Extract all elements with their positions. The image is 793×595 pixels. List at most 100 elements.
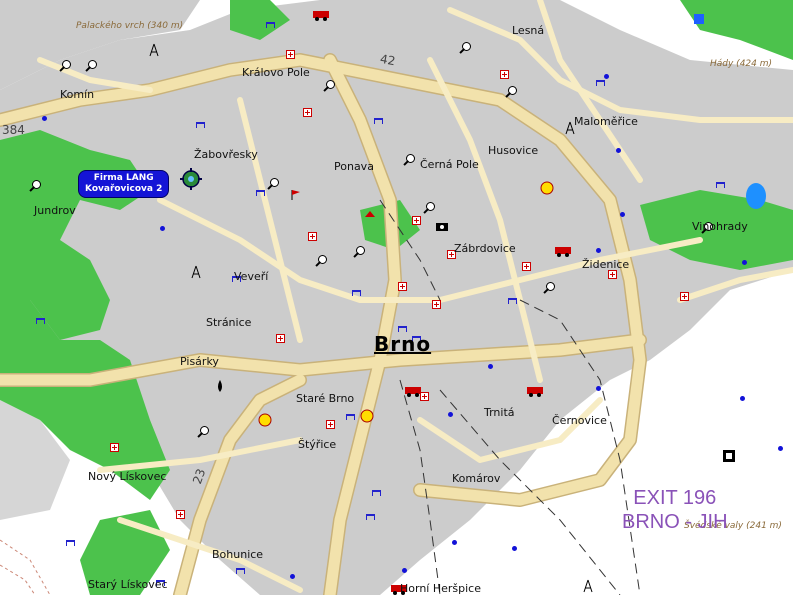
hospital-icon[interactable] bbox=[608, 270, 617, 279]
place-label-zidenice: Židenice bbox=[582, 258, 630, 271]
bench-icon[interactable] bbox=[352, 290, 361, 296]
flag-icon[interactable] bbox=[290, 186, 302, 200]
bus-stop-dot-icon[interactable] bbox=[604, 74, 609, 79]
bus-stop-dot-icon[interactable] bbox=[290, 574, 295, 579]
place-label-palackeho-vrch: Palackého vrch (340 m) bbox=[76, 21, 184, 31]
bench-icon[interactable] bbox=[508, 298, 517, 304]
place-label-zabovresky: Žabovřesky bbox=[194, 148, 258, 161]
bus-stop-dot-icon[interactable] bbox=[620, 212, 625, 217]
bench-icon[interactable] bbox=[36, 318, 45, 324]
exit-label-line-2: BRNO - JIH bbox=[622, 511, 728, 533]
magnifier-pin-icon[interactable] bbox=[406, 154, 415, 163]
hospital-icon[interactable] bbox=[308, 232, 317, 241]
bench-icon[interactable] bbox=[366, 514, 375, 520]
place-label-pisarky: Pisárky bbox=[180, 355, 219, 368]
train-icon[interactable] bbox=[554, 242, 574, 257]
place-label-malomerice: Maloměřice bbox=[574, 115, 638, 128]
place-label-styrice: Štýřice bbox=[298, 438, 337, 451]
magnifier-pin-icon[interactable] bbox=[546, 282, 555, 291]
tower-icon[interactable] bbox=[148, 42, 160, 57]
bus-stop-dot-icon[interactable] bbox=[448, 412, 453, 417]
bus-stop-dot-icon[interactable] bbox=[402, 568, 407, 573]
magnifier-pin-icon[interactable] bbox=[200, 426, 209, 435]
bus-stop-dot-icon[interactable] bbox=[42, 116, 47, 121]
magnifier-pin-icon[interactable] bbox=[62, 60, 71, 69]
place-label-zabrdovice: Zábrdovice bbox=[454, 242, 516, 255]
bench-icon[interactable] bbox=[596, 80, 605, 86]
bus-stop-dot-icon[interactable] bbox=[488, 364, 493, 369]
place-label-trnita: Trnitá bbox=[484, 406, 515, 419]
exit-label-line-1: EXIT 196 bbox=[633, 487, 717, 509]
bench-icon[interactable] bbox=[196, 122, 205, 128]
lake bbox=[746, 183, 766, 209]
place-label-komin: Komín bbox=[60, 88, 95, 101]
bench-icon[interactable] bbox=[66, 540, 75, 546]
fuel-station-icon[interactable] bbox=[360, 408, 374, 423]
flag-icon[interactable] bbox=[364, 204, 376, 217]
bench-icon[interactable] bbox=[266, 22, 275, 28]
road-number-384: 384 bbox=[2, 123, 25, 137]
train-icon[interactable] bbox=[312, 6, 332, 21]
tower-icon[interactable] bbox=[582, 578, 594, 593]
place-label-cerna-pole: Černá Pole bbox=[420, 158, 479, 171]
hospital-icon[interactable] bbox=[680, 292, 689, 301]
magnifier-pin-icon[interactable] bbox=[508, 86, 517, 95]
fuel-station-icon[interactable] bbox=[258, 412, 272, 427]
place-label-husovice: Husovice bbox=[488, 144, 539, 157]
magnifier-pin-icon[interactable] bbox=[356, 246, 365, 255]
bench-icon[interactable] bbox=[372, 490, 381, 496]
place-label-veveri: Veveří bbox=[234, 270, 269, 283]
bus-stop-dot-icon[interactable] bbox=[596, 386, 601, 391]
hospital-icon[interactable] bbox=[500, 70, 509, 79]
city-label-brno: Brno bbox=[374, 332, 432, 356]
train-icon[interactable] bbox=[526, 382, 546, 397]
bus-stop-dot-icon[interactable] bbox=[512, 546, 517, 551]
magnifier-pin-icon[interactable] bbox=[318, 255, 327, 264]
drop-icon[interactable] bbox=[216, 378, 224, 392]
waypoint-callout-firma-lang[interactable]: Firma LANG Kovařovicova 2 bbox=[78, 170, 170, 198]
bench-icon[interactable] bbox=[346, 414, 355, 420]
hospital-icon[interactable] bbox=[432, 300, 441, 309]
atm-icon[interactable] bbox=[722, 448, 736, 462]
train-icon[interactable] bbox=[404, 382, 424, 397]
magnifier-pin-icon[interactable] bbox=[88, 60, 97, 69]
place-label-lesna: Lesná bbox=[512, 24, 545, 37]
hospital-icon[interactable] bbox=[110, 443, 119, 452]
map-view[interactable]: Palackého vrch (340 m) Lesná Hády (424 m… bbox=[0, 0, 793, 595]
bus-stop-dot-icon[interactable] bbox=[452, 540, 457, 545]
globe-waypoint-icon[interactable] bbox=[180, 168, 202, 190]
magnifier-pin-icon[interactable] bbox=[462, 42, 471, 51]
bus-stop-dot-icon[interactable] bbox=[740, 396, 745, 401]
hospital-icon[interactable] bbox=[522, 262, 531, 271]
callout-line-2: Kovařovicova 2 bbox=[85, 184, 163, 194]
fuel-station-icon[interactable] bbox=[540, 180, 554, 195]
hospital-icon[interactable] bbox=[412, 216, 421, 225]
hospital-icon[interactable] bbox=[303, 108, 312, 117]
bus-stop-dot-icon[interactable] bbox=[160, 226, 165, 231]
camera-icon[interactable] bbox=[436, 216, 448, 231]
place-label-hady: Hády (424 m) bbox=[710, 59, 773, 69]
bench-icon[interactable] bbox=[716, 182, 725, 188]
water-patch bbox=[694, 14, 704, 24]
bench-icon[interactable] bbox=[256, 190, 265, 196]
bus-stop-dot-icon[interactable] bbox=[778, 446, 783, 451]
hospital-icon[interactable] bbox=[176, 510, 185, 519]
bus-stop-dot-icon[interactable] bbox=[616, 148, 621, 153]
bench-icon[interactable] bbox=[374, 118, 383, 124]
place-label-kralovo-pole: Královo Pole bbox=[242, 66, 310, 79]
bench-icon[interactable] bbox=[236, 568, 245, 574]
place-label-stranice: Stránice bbox=[206, 316, 252, 329]
magnifier-pin-icon[interactable] bbox=[32, 180, 41, 189]
place-label-stare-brno: Staré Brno bbox=[296, 392, 355, 405]
bus-stop-dot-icon[interactable] bbox=[742, 260, 747, 265]
magnifier-pin-icon[interactable] bbox=[326, 80, 335, 89]
hospital-icon[interactable] bbox=[326, 420, 335, 429]
hospital-icon[interactable] bbox=[276, 334, 285, 343]
place-label-vinohrady: Vinohrady bbox=[692, 220, 748, 233]
magnifier-pin-icon[interactable] bbox=[426, 202, 435, 211]
hospital-icon[interactable] bbox=[286, 50, 295, 59]
hospital-icon[interactable] bbox=[398, 282, 407, 291]
tower-icon[interactable] bbox=[190, 264, 202, 279]
magnifier-pin-icon[interactable] bbox=[270, 178, 279, 187]
bus-stop-dot-icon[interactable] bbox=[596, 248, 601, 253]
